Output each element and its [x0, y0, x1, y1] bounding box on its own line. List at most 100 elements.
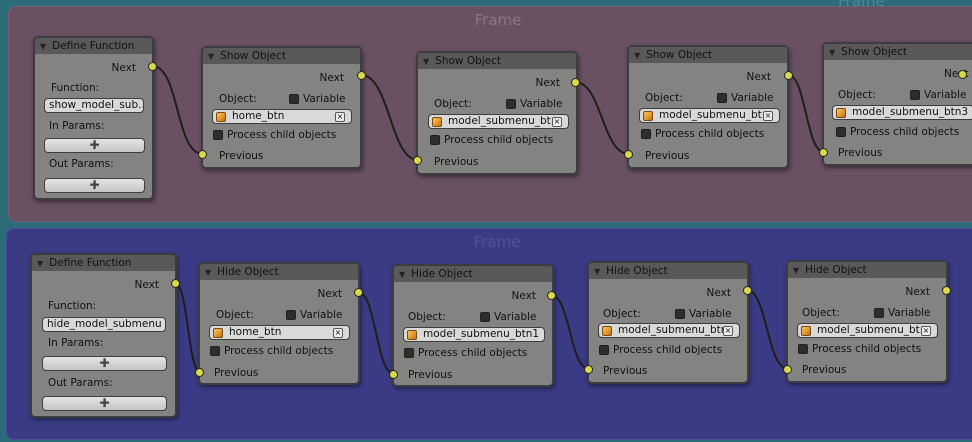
next-output-socket[interactable]: [148, 62, 157, 71]
checkbox-box[interactable]: [836, 127, 846, 137]
previous-input-socket[interactable]: [584, 365, 593, 374]
checkbox-box[interactable]: [717, 93, 727, 103]
previous-input-socket[interactable]: [389, 370, 398, 379]
show-object-node[interactable]: ▼ Show Object Next Object: Variable model…: [822, 42, 972, 166]
define-function-node-hide[interactable]: ▼ Define Function Next Function: hide_mod…: [30, 253, 177, 418]
next-output-socket[interactable]: [171, 279, 180, 288]
clear-icon[interactable]: ×: [921, 325, 931, 336]
next-output-socket[interactable]: [784, 71, 793, 80]
checkbox-box[interactable]: [480, 312, 490, 322]
next-output-socket[interactable]: [958, 70, 967, 79]
node-header[interactable]: ▼ Define Function: [32, 255, 175, 271]
add-in-param-button[interactable]: ✚: [44, 138, 145, 153]
previous-input-socket[interactable]: [819, 148, 828, 157]
object-field[interactable]: model_submenu_bt... ×: [639, 108, 780, 123]
checkbox-box[interactable]: [798, 344, 808, 354]
object-field[interactable]: model_submenu_bt... ×: [797, 323, 938, 338]
next-output-socket[interactable]: [357, 71, 366, 80]
variable-checkbox[interactable]: Variable: [506, 98, 563, 110]
next-output-socket[interactable]: [942, 286, 951, 295]
collapse-triangle-icon[interactable]: ▼: [793, 266, 799, 275]
node-header[interactable]: ▼ Show Object: [203, 48, 360, 64]
next-output-socket[interactable]: [354, 288, 363, 297]
object-field[interactable]: model_submenu_btn3: [832, 105, 972, 120]
collapse-triangle-icon[interactable]: ▼: [423, 57, 429, 66]
process-child-checkbox[interactable]: Process child objects: [599, 344, 722, 356]
checkbox-box[interactable]: [289, 94, 299, 104]
previous-input-socket[interactable]: [783, 365, 792, 374]
add-out-param-button[interactable]: ✚: [42, 396, 167, 411]
object-field[interactable]: home_btn ×: [212, 109, 352, 124]
collapse-triangle-icon[interactable]: ▼: [829, 48, 835, 57]
node-header[interactable]: ▼ Show Object: [824, 44, 972, 60]
node-header[interactable]: ▼ Hide Object: [200, 264, 358, 280]
previous-input-socket[interactable]: [195, 368, 204, 377]
next-output-socket[interactable]: [743, 286, 752, 295]
process-child-checkbox[interactable]: Process child objects: [210, 345, 333, 357]
object-field[interactable]: home_btn ×: [209, 325, 350, 340]
function-name-field[interactable]: show_model_sub...: [44, 98, 144, 113]
checkbox-box[interactable]: [506, 99, 516, 109]
hide-object-node[interactable]: ▼ Hide Object Next Object: Variable model…: [786, 260, 948, 383]
process-child-checkbox[interactable]: Process child objects: [836, 126, 959, 138]
clear-icon[interactable]: ×: [552, 116, 562, 127]
collapse-triangle-icon[interactable]: ▼: [208, 52, 214, 61]
process-child-checkbox[interactable]: Process child objects: [404, 347, 527, 359]
checkbox-box[interactable]: [404, 348, 414, 358]
node-header[interactable]: ▼ Hide Object: [788, 262, 946, 278]
next-output-socket[interactable]: [547, 291, 556, 300]
add-out-param-button[interactable]: ✚: [44, 178, 145, 193]
node-header[interactable]: ▼ Hide Object: [394, 266, 552, 282]
variable-checkbox[interactable]: Variable: [675, 308, 732, 320]
checkbox-box[interactable]: [874, 308, 884, 318]
variable-checkbox[interactable]: Variable: [910, 89, 967, 101]
node-header[interactable]: ▼ Show Object: [418, 53, 576, 69]
variable-checkbox[interactable]: Variable: [286, 309, 343, 321]
checkbox-box[interactable]: [213, 130, 223, 140]
define-function-node-show[interactable]: ▼ Define Function Next Function: show_mod…: [33, 36, 154, 200]
collapse-triangle-icon[interactable]: ▼: [40, 42, 46, 51]
node-header[interactable]: ▼ Show Object: [629, 47, 787, 63]
show-object-node[interactable]: ▼ Show Object Next Object: Variable home_…: [201, 46, 362, 169]
object-field[interactable]: model_submenu_bt... ×: [428, 114, 569, 129]
process-child-checkbox[interactable]: Process child objects: [430, 134, 553, 146]
process-child-checkbox[interactable]: Process child objects: [641, 128, 764, 140]
checkbox-box[interactable]: [599, 345, 609, 355]
node-header[interactable]: ▼ Define Function: [35, 38, 152, 54]
previous-input-socket[interactable]: [624, 150, 633, 159]
variable-checkbox[interactable]: Variable: [874, 307, 931, 319]
variable-checkbox[interactable]: Variable: [717, 92, 774, 104]
add-in-param-button[interactable]: ✚: [42, 356, 167, 371]
show-object-node[interactable]: ▼ Show Object Next Object: Variable model…: [416, 51, 578, 175]
checkbox-box[interactable]: [675, 309, 685, 319]
clear-icon[interactable]: ×: [763, 110, 773, 121]
collapse-triangle-icon[interactable]: ▼: [594, 267, 600, 276]
checkbox-box[interactable]: [430, 135, 440, 145]
clear-icon[interactable]: ×: [723, 325, 733, 336]
object-field[interactable]: model_submenu_btn2 ×: [598, 323, 740, 338]
variable-checkbox[interactable]: Variable: [289, 93, 346, 105]
collapse-triangle-icon[interactable]: ▼: [634, 51, 640, 60]
clear-icon[interactable]: ×: [335, 111, 345, 122]
checkbox-box[interactable]: [910, 90, 920, 100]
clear-icon[interactable]: ×: [333, 327, 343, 338]
hide-object-node[interactable]: ▼ Hide Object Next Object: Variable home_…: [198, 262, 360, 385]
process-child-checkbox[interactable]: Process child objects: [798, 343, 921, 355]
hide-object-node[interactable]: ▼ Hide Object Next Object: Variable model…: [587, 261, 749, 384]
object-field[interactable]: model_submenu_btn1: [403, 327, 545, 342]
node-header[interactable]: ▼ Hide Object: [589, 263, 747, 279]
process-child-checkbox[interactable]: Process child objects: [213, 129, 336, 141]
collapse-triangle-icon[interactable]: ▼: [399, 270, 405, 279]
checkbox-box[interactable]: [286, 310, 296, 320]
hide-object-node[interactable]: ▼ Hide Object Next Object: Variable model…: [392, 264, 554, 387]
variable-checkbox[interactable]: Variable: [480, 311, 537, 323]
show-object-node[interactable]: ▼ Show Object Next Object: Variable model…: [627, 45, 789, 169]
previous-input-socket[interactable]: [413, 156, 422, 165]
collapse-triangle-icon[interactable]: ▼: [205, 268, 211, 277]
collapse-triangle-icon[interactable]: ▼: [37, 259, 43, 268]
checkbox-box[interactable]: [210, 346, 220, 356]
function-name-field[interactable]: hide_model_submenu: [42, 317, 166, 332]
next-output-socket[interactable]: [571, 78, 580, 87]
checkbox-box[interactable]: [641, 129, 651, 139]
previous-input-socket[interactable]: [198, 150, 207, 159]
